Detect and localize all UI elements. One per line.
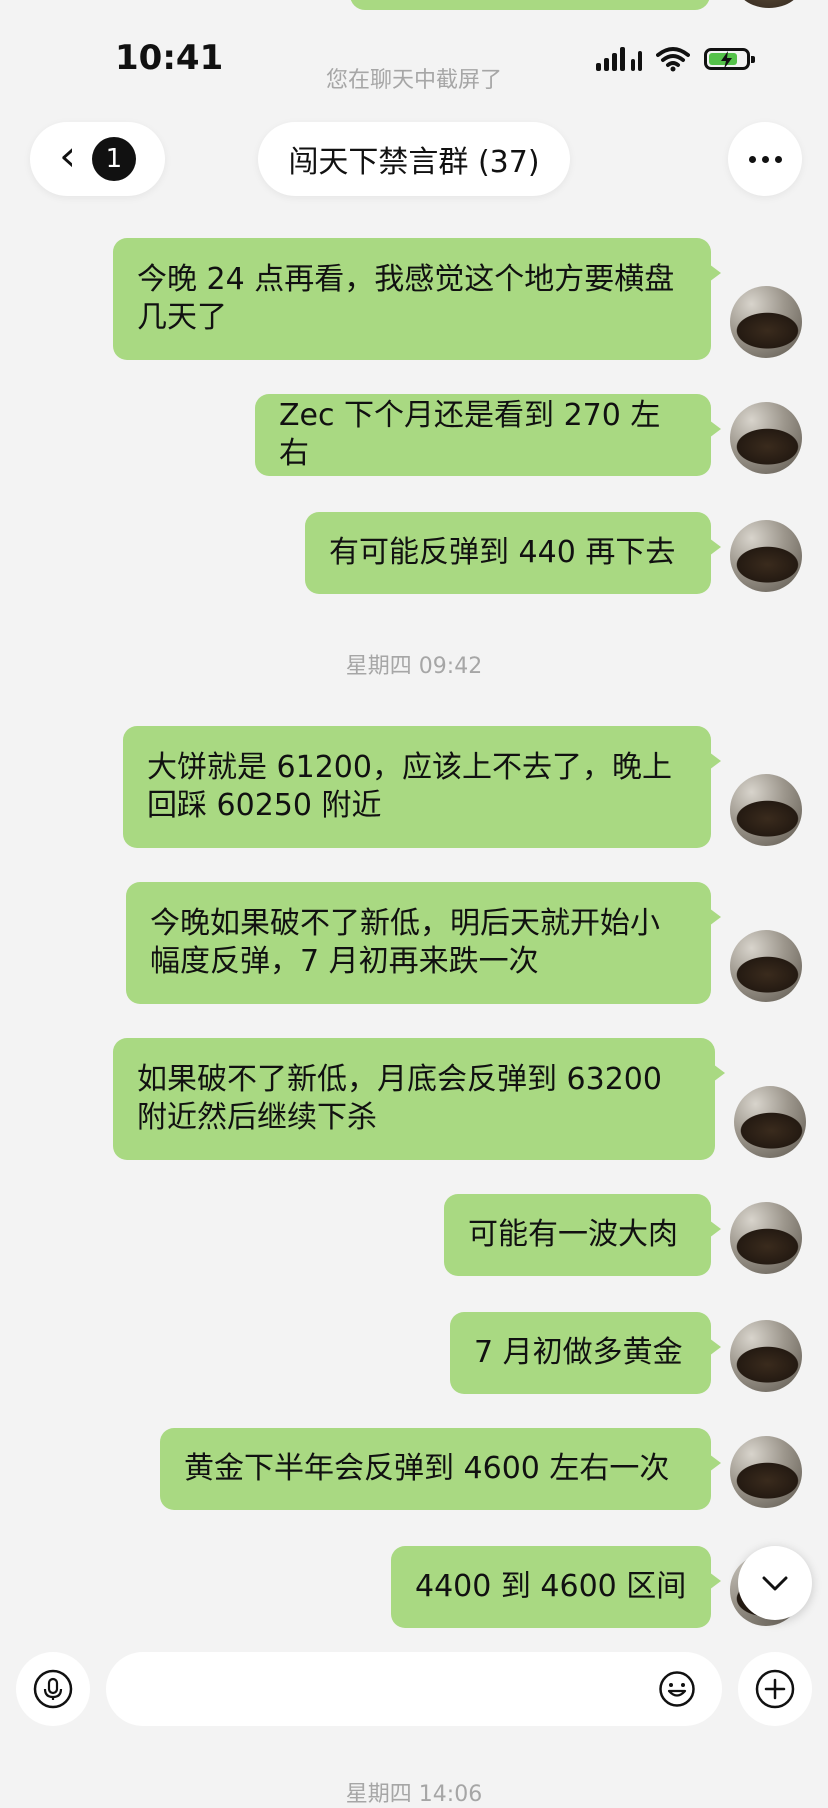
back-button[interactable]: ‹ 1 [30, 122, 165, 196]
battery-icon [704, 48, 755, 70]
sender-avatar[interactable] [730, 520, 802, 592]
more-actions-button[interactable] [738, 1652, 812, 1726]
message-bubble[interactable]: 4400 到 4600 区间 [391, 1546, 721, 1628]
message-bubble[interactable]: 大饼就是 61200，应该上不去了，晚上回踩 60250 附近 [123, 726, 721, 848]
plus-icon [755, 1669, 795, 1709]
message-bubble[interactable]: 如果破不了新低，月底会反弹到 63200 附近然后继续下杀 [113, 1038, 725, 1160]
chevron-down-icon [762, 1576, 788, 1591]
message-bubble[interactable]: 今晚如果破不了新低，明后天就开始小幅度反弹，7 月初再来跌一次 [126, 882, 721, 1004]
wifi-icon [656, 47, 690, 72]
sender-avatar[interactable] [730, 1202, 802, 1274]
sender-avatar[interactable] [734, 1086, 806, 1158]
more-options-button[interactable] [728, 122, 802, 196]
status-icons [596, 46, 755, 72]
message-input[interactable] [106, 1652, 722, 1726]
more-icon [748, 155, 756, 163]
message-timestamp: 星期四 09:42 [345, 654, 483, 679]
scroll-to-bottom-button[interactable] [738, 1546, 812, 1620]
message-bubble[interactable]: 有可能反弹到 440 再下去 [305, 512, 721, 594]
sender-avatar[interactable] [730, 930, 802, 1002]
previous-message-bubble [350, 0, 710, 10]
sender-avatar[interactable] [730, 1320, 802, 1392]
voice-input-button[interactable] [16, 1652, 90, 1726]
message-bubble[interactable]: Zec 下个月还是看到 270 左右 [255, 394, 721, 476]
chat-title[interactable]: 闯天下禁言群 (37) [258, 122, 570, 196]
sender-avatar[interactable] [730, 286, 802, 358]
message-bubble[interactable]: 可能有一波大肉 [444, 1194, 721, 1276]
input-bar [0, 1638, 828, 1738]
status-bar: 10:41 您在聊天中截屏了 [0, 0, 828, 110]
sender-avatar[interactable] [730, 774, 802, 846]
message-bubble[interactable]: 7 月初做多黄金 [450, 1312, 721, 1394]
emoji-icon[interactable] [658, 1670, 696, 1708]
message-bubble[interactable]: 今晚 24 点再看，我感觉这个地方要横盘几天了 [113, 238, 721, 360]
sender-avatar[interactable] [730, 1436, 802, 1508]
bottom-timestamp: 星期四 14:06 [345, 1782, 483, 1807]
message-bubble[interactable]: 黄金下半年会反弹到 4600 左右一次 [160, 1428, 721, 1510]
microphone-icon [33, 1669, 73, 1709]
chevron-left-icon: ‹ [59, 131, 76, 180]
sender-avatar[interactable] [730, 402, 802, 474]
previous-message-avatar [736, 0, 802, 8]
cellular-signal-icon [596, 47, 642, 71]
unread-count-badge: 1 [91, 137, 136, 181]
